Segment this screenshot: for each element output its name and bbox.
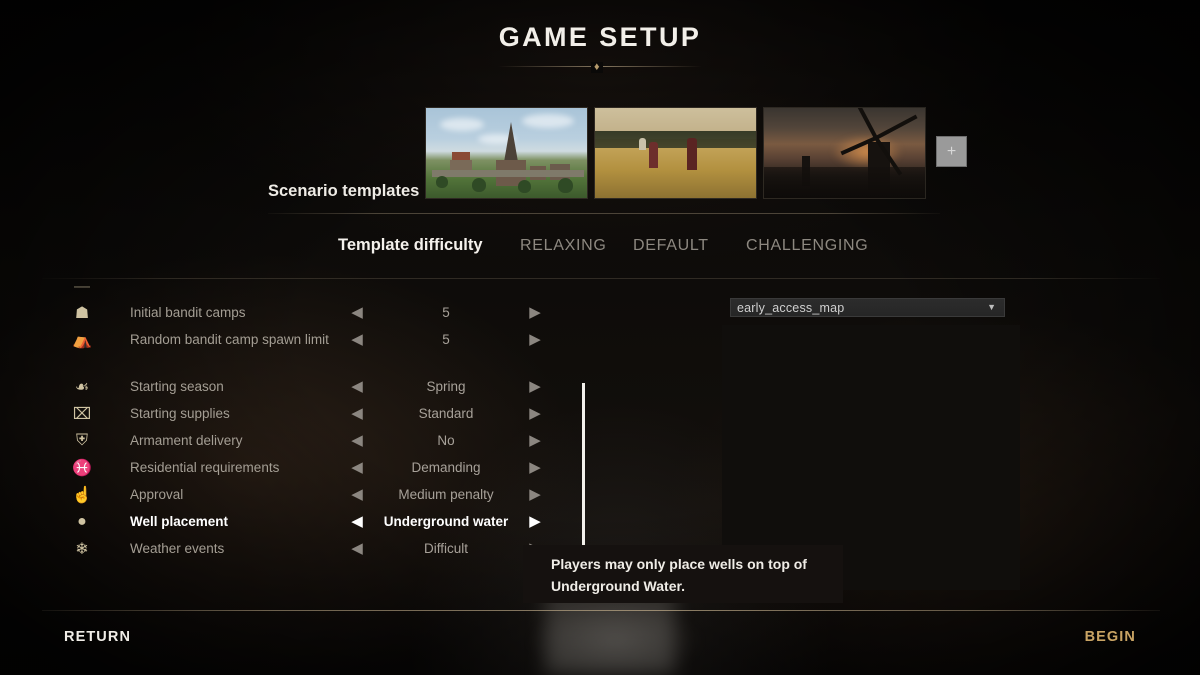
tooltip-line-1: Players may only place wells on top of <box>551 556 807 572</box>
setting-decrement-arrow[interactable]: ◀ <box>344 541 370 556</box>
chevron-down-icon: ▼ <box>987 302 996 312</box>
add-template-button[interactable]: + <box>936 136 967 167</box>
footer-divider <box>42 610 1160 611</box>
page-title: GAME SETUP <box>498 22 702 52</box>
title-divider: ♦ <box>498 62 702 73</box>
setting-label: Weather events <box>130 541 225 556</box>
water-drop-icon: ● <box>77 512 87 530</box>
setting-value: Demanding <box>411 460 481 475</box>
crate-icon: ⌧ <box>72 405 92 423</box>
setting-label: Starting season <box>130 379 224 394</box>
setting-row[interactable]: ⛨ Armament delivery ◀ No ▶ <box>62 427 592 454</box>
dash-icon: — <box>74 279 90 295</box>
setting-label: Well placement <box>130 514 229 529</box>
thumbs-up-icon: ☝ <box>72 486 92 504</box>
shield-icon: ⛨ <box>75 431 88 449</box>
setting-increment-arrow[interactable]: ▶ <box>522 406 548 421</box>
setting-value: Medium penalty <box>398 487 494 502</box>
setting-decrement-arrow[interactable]: ◀ <box>344 379 370 394</box>
map-select-value: early_access_map <box>737 300 845 315</box>
setting-row[interactable]: ⛺ Random bandit camp spawn limit ◀ 5 ▶ <box>62 326 592 353</box>
setting-increment-arrow[interactable]: ▶ <box>522 514 548 529</box>
setting-row[interactable]: ● Well placement ◀ Underground water ▶ <box>62 508 592 535</box>
difficulty-tab-challenging[interactable]: CHALLENGING <box>746 237 876 255</box>
setting-row[interactable]: ⌧ Starting supplies ◀ Standard ▶ <box>62 400 592 427</box>
sprout-icon: ☙ <box>74 378 90 396</box>
windmill-thumbnail-art <box>764 108 925 198</box>
setting-increment-arrow[interactable]: ▶ <box>522 460 548 475</box>
settings-scrollbar-thumb[interactable] <box>582 383 585 548</box>
setting-row[interactable]: ☝ Approval ◀ Medium penalty ▶ <box>62 481 592 508</box>
setting-label: Initial bandit camps <box>130 305 246 320</box>
begin-button[interactable]: BEGIN <box>1085 629 1136 645</box>
setting-label: Approval <box>130 487 184 502</box>
template-difficulty-label: Template difficulty <box>338 236 483 254</box>
difficulty-tab-relaxing[interactable]: RELAXING <box>520 237 633 255</box>
setting-value: Underground water <box>383 514 509 529</box>
scenario-template-thumbnail-harvest[interactable] <box>594 107 757 199</box>
setting-row[interactable]: ❄Weather events◀Difficult▶ <box>62 535 592 562</box>
setting-row[interactable]: ♓ Residential requirements ◀ Demanding ▶ <box>62 454 592 481</box>
setting-row[interactable]: ☗ Initial bandit camps ◀ 5 ▶ <box>62 299 592 326</box>
tooltip-line-2: Underground Water. <box>551 578 686 594</box>
setting-increment-arrow[interactable]: ▶ <box>522 305 548 320</box>
scenario-template-thumbnail-village[interactable] <box>425 107 588 199</box>
template-difficulty-row: Template difficulty RELAXING DEFAULT CHA… <box>338 236 876 255</box>
templates-divider <box>268 213 940 214</box>
setting-increment-arrow[interactable]: ▶ <box>522 379 548 394</box>
title-ornament-icon: ♦ <box>591 62 603 73</box>
tent-icon: ⛺ <box>72 331 92 349</box>
setting-decrement-arrow[interactable]: ◀ <box>344 487 370 502</box>
scenario-templates-label: Scenario templates <box>268 182 420 200</box>
setting-increment-arrow[interactable]: ▶ <box>522 332 548 347</box>
village-thumbnail-art <box>426 108 587 198</box>
setting-value: Difficult <box>423 541 468 556</box>
game-setup-screen: GAME SETUP ♦ Scenario templates + Templa… <box>0 0 1200 675</box>
setting-decrement-arrow[interactable]: ◀ <box>344 514 370 529</box>
setting-decrement-arrow[interactable]: ◀ <box>344 406 370 421</box>
harvest-thumbnail-art <box>595 108 756 198</box>
setting-decrement-arrow[interactable]: ◀ <box>344 332 370 347</box>
campfire-icon: ☗ <box>74 304 90 322</box>
scenario-template-thumbnail-windmill[interactable] <box>763 107 926 199</box>
weather-icon: ❄ <box>75 540 89 558</box>
setting-increment-arrow[interactable]: ▶ <box>522 433 548 448</box>
setting-label: Armament delivery <box>130 433 243 448</box>
return-button[interactable]: RETURN <box>64 629 131 645</box>
setting-value: Standard <box>418 406 474 421</box>
settings-list: — ☗ Initial bandit camps ◀ 5 ▶ ⛺ Random bandit … <box>62 279 592 563</box>
setting-row[interactable]: — <box>62 279 592 300</box>
setting-decrement-arrow[interactable]: ◀ <box>344 433 370 448</box>
setting-row[interactable]: ☙ Starting season ◀ Spring ▶ <box>62 373 592 400</box>
tooltip: Players may only place wells on top of U… <box>523 545 843 603</box>
setting-label: Starting supplies <box>130 406 230 421</box>
medal-icon: ♓ <box>72 459 92 477</box>
setting-decrement-arrow[interactable]: ◀ <box>344 305 370 320</box>
setting-decrement-arrow[interactable]: ◀ <box>344 460 370 475</box>
setting-label: Random bandit camp spawn limit <box>130 332 329 347</box>
setting-value: 5 <box>442 332 450 347</box>
map-select-dropdown[interactable]: early_access_map ▼ <box>730 298 1005 317</box>
setting-label: Residential requirements <box>130 460 280 475</box>
difficulty-tab-default[interactable]: DEFAULT <box>633 237 746 255</box>
setting-value: Spring <box>426 379 466 394</box>
setting-increment-arrow[interactable]: ▶ <box>522 487 548 502</box>
setting-value: No <box>437 433 455 448</box>
setting-value: 5 <box>442 305 450 320</box>
